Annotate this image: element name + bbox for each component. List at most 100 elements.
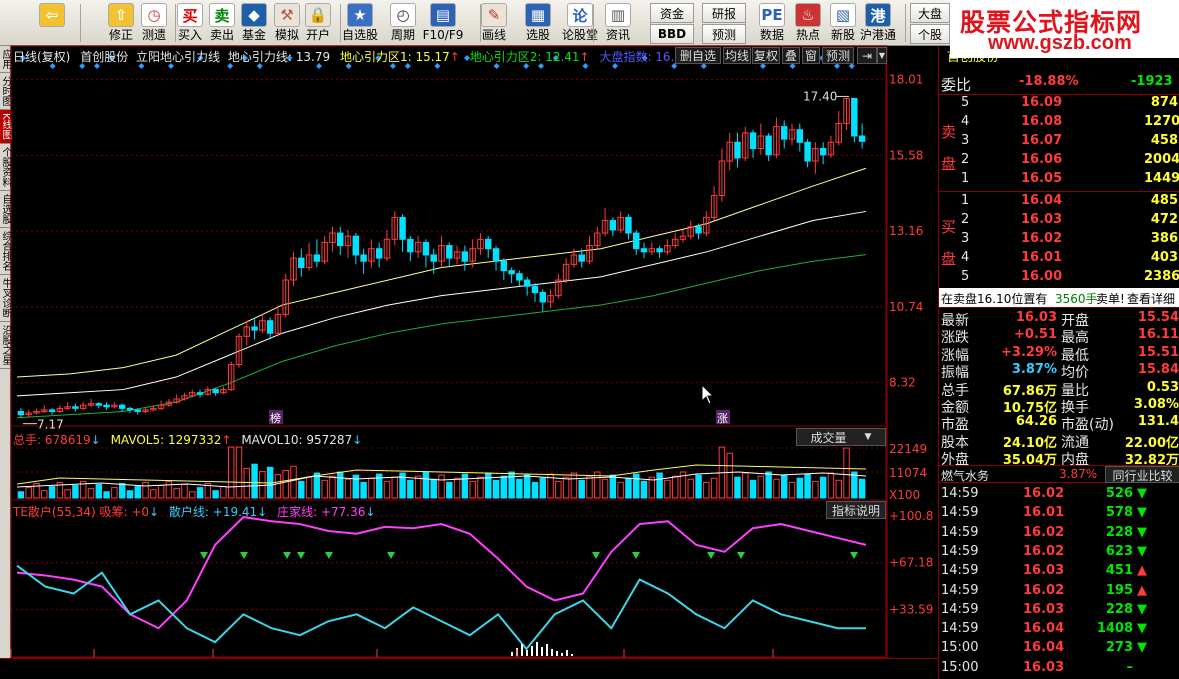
tick-price: 16.02 (1023, 524, 1065, 540)
toolbar-button-label: 沪港通 (860, 28, 897, 42)
toolbar-button-pencil[interactable]: ✎ 画线 (477, 0, 511, 46)
candle-body (765, 135, 772, 156)
toolbar-button-label: 新股 (830, 28, 855, 42)
volume-indicator-select[interactable]: 成交量 ▼ (796, 428, 886, 446)
industry-compare-button[interactable]: 同行业比较 (1105, 466, 1179, 483)
accumulation-bar (541, 647, 543, 656)
arrow-up-icon: ▲ (1137, 563, 1147, 579)
volume-bar (703, 481, 710, 499)
volume-bar (812, 480, 819, 499)
pencil-icon: ✎ (481, 3, 507, 27)
bid-row: 4 16.01 403 (939, 249, 1179, 268)
chart-header-button-3[interactable]: 叠 (782, 47, 800, 64)
toolbar-button-forum[interactable]: 论论股堂 (562, 0, 598, 46)
toolbar-button-label: 测遗 (141, 28, 166, 42)
buy-signal-triangle (200, 552, 208, 559)
toolbar-button-clock[interactable]: ◷ 测遗 (137, 0, 171, 46)
candle-body (118, 404, 126, 409)
chart-header-button-2[interactable]: 复权 (752, 47, 780, 64)
volume-bar (329, 475, 336, 499)
quote-value2: 15.84 (1137, 362, 1179, 378)
volume-bar (391, 476, 398, 499)
bbd-button[interactable]: BBD (650, 24, 694, 44)
toolbar-button-fund[interactable]: ◆ 基金 (237, 0, 271, 46)
tick-price: 16.02 (1023, 543, 1065, 559)
volume-bar (485, 472, 492, 499)
left-tab-5[interactable]: 综合排名 (0, 228, 11, 275)
toolbar-button-new-stock[interactable]: ▧ 新股 (826, 0, 860, 46)
volume-bar (664, 479, 671, 499)
chart-exit-button[interactable]: ⇥ (857, 47, 877, 64)
kline-chart-svg[interactable]: 18.01 15.58 13.16 10.74 8.32 17.40 7.17 榜 涨 22149… (10, 45, 938, 676)
toolbar-button-up-arrow[interactable]: ⇧ 修正 (104, 0, 138, 46)
toolbar-button-lock[interactable]: 🔒 开户 (301, 0, 335, 46)
volume-bar (344, 478, 352, 499)
chart-menu-chevron-icon[interactable]: ▼ (877, 47, 887, 64)
fund-icon: ◆ (241, 3, 267, 27)
quote-row: 市盈 64.26 市盈(动) 131.4 (939, 413, 1179, 433)
chart-header-button-5[interactable]: 预测 (822, 47, 854, 64)
volume-bar (656, 472, 663, 499)
left-tab-7[interactable]: 沿股之星 (0, 322, 11, 369)
big-order-notice[interactable]: 在卖盘16.10位置有 3560手 卖单! 查看详细 (939, 288, 1179, 308)
volume-bar (632, 473, 640, 499)
left-tab-6[interactable]: 牛叉诊断 (0, 275, 11, 322)
tick-price: 16.03 (1023, 563, 1065, 579)
toolbar-button-back-arrow[interactable]: ⇦ (37, 0, 67, 46)
arrow-up-icon: ▲ (1137, 582, 1147, 598)
quote-row: 振幅 3.87% 均价 15.84 (939, 361, 1179, 381)
forum-icon: 论 (567, 3, 593, 27)
left-tab-0[interactable]: 应用 (0, 46, 11, 73)
toolbar-button-hammer[interactable]: ⚒ 模拟 (270, 0, 304, 46)
toolbar-button-f10[interactable]: ▤ F10/F9 (423, 0, 463, 46)
volume-bar (298, 480, 305, 499)
ask-volume: 1270 (1144, 114, 1179, 129)
volume-bar (407, 479, 414, 499)
toolbar-button-hot[interactable]: ♨ 热点 (791, 0, 825, 46)
chart-header: 日线(复权) 首创股份 立阳地心引力线 地心引力线: 13.79 地心引力区1:… (13, 50, 700, 64)
market-button[interactable]: 大盘 (910, 3, 950, 23)
tick-row: 14:59 16.02 195 ▲ (939, 582, 1179, 601)
price-axis-label: 10.74 (889, 300, 923, 314)
te-label: TE散户(55,34) 吸筹: (13, 505, 132, 519)
left-tab-2[interactable]: K线图 (0, 110, 11, 144)
chart-header-button-0[interactable]: 删自选 (675, 47, 721, 64)
bid-level: 2 (961, 212, 970, 227)
left-tab-1[interactable]: 分时图 (0, 73, 11, 110)
toolbar-button-star-folder[interactable]: ★ 自选股 (342, 0, 378, 46)
fund-flow-button[interactable]: 资金 (650, 3, 694, 23)
volume-bar (453, 477, 461, 499)
research-button[interactable]: 研报 (702, 3, 746, 23)
volume-bar (492, 479, 500, 499)
single-stock-button[interactable]: 个股 (910, 24, 950, 44)
arrow-down-icon: ▼ (1137, 640, 1147, 656)
sector-pct: 3.87% (1059, 467, 1098, 481)
toolbar-button-label: 选股 (525, 28, 550, 42)
candle-body (516, 273, 523, 281)
candle-body (656, 248, 663, 253)
volume-bar (586, 475, 593, 499)
tick-volume: 195 (1105, 582, 1133, 598)
ask-price: 16.09 (1021, 95, 1063, 110)
toolbar-button-buy[interactable]: 买买入 (173, 0, 207, 46)
indicator-help-button[interactable]: 指标说明 (826, 501, 886, 519)
toolbar-button-clock-cycle[interactable]: ◴ 周期 (386, 0, 420, 46)
kline-chart-area[interactable]: 18.01 15.58 13.16 10.74 8.32 17.40 7.17 榜 涨 22149… (10, 45, 933, 671)
vol-total-value: 678619 (44, 433, 91, 447)
toolbar-button-sh-hk[interactable]: 港沪港通 (860, 0, 897, 46)
dealer-line-value: +77.36 (320, 505, 366, 519)
toolbar-button-sell[interactable]: 卖卖出 (205, 0, 239, 46)
left-tab-4[interactable]: 自选股 (0, 191, 11, 228)
left-tab-3[interactable]: 个股资料 (0, 144, 11, 191)
toolbar-button-pe[interactable]: PE 数据 (755, 0, 789, 46)
chart-header-button-4[interactable]: 窗 (802, 47, 820, 64)
chart-header-button-1[interactable]: 均线 (723, 47, 751, 64)
forecast-button[interactable]: 预测 (702, 24, 746, 44)
volume-bar (360, 481, 367, 499)
toolbar-button-news[interactable]: ▥ 资讯 (601, 0, 635, 46)
tick-time: 14:59 (941, 601, 979, 617)
ask-level: 2 (961, 152, 970, 167)
ask-level: 3 (961, 133, 970, 148)
ask-row: 3 16.07 458 (939, 132, 1179, 151)
toolbar-button-select-stock[interactable]: ▦ 选股 (521, 0, 555, 46)
